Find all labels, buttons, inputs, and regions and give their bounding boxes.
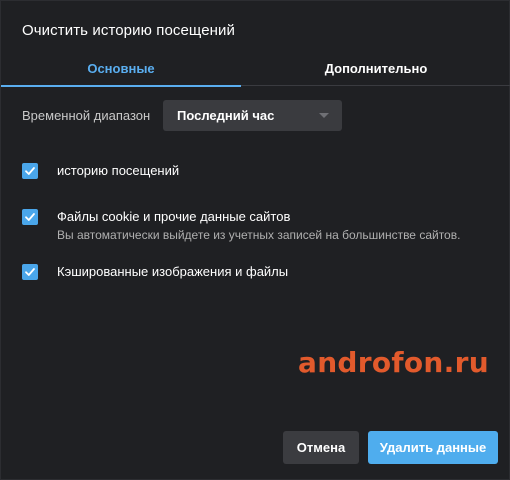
dialog-title: Очистить историю посещений: [22, 22, 235, 39]
tab-basic[interactable]: Основные: [1, 51, 241, 87]
clear-history-dialog: Очистить историю посещений Основные Допо…: [0, 0, 510, 480]
option-label: Кэшированные изображения и файлы: [57, 264, 289, 279]
checkmark-icon: [25, 167, 35, 175]
tab-bar: Основные Дополнительно: [1, 51, 510, 87]
watermark: androfon.ru: [298, 346, 489, 379]
option-label: историю посещений: [57, 163, 180, 178]
checkbox-browsing-history[interactable]: [22, 163, 38, 179]
checkmark-icon: [25, 268, 35, 276]
checkbox-cache[interactable]: [22, 264, 38, 280]
cancel-button[interactable]: Отмена: [283, 431, 359, 464]
time-range-row: Временной диапазон Последний час: [22, 100, 342, 131]
option-browsing-history[interactable]: историю посещений: [22, 163, 179, 179]
option-cookies[interactable]: Файлы cookie и прочие данные сайтов Вы а…: [22, 209, 460, 243]
option-cache[interactable]: Кэшированные изображения и файлы: [22, 264, 288, 280]
time-range-select[interactable]: Последний час: [163, 100, 342, 131]
checkbox-cookies[interactable]: [22, 209, 38, 225]
chevron-down-icon: [319, 113, 329, 118]
option-label: Файлы cookie и прочие данные сайтов: [57, 209, 291, 224]
time-range-value: Последний час: [177, 108, 275, 123]
checkmark-icon: [25, 213, 35, 221]
time-range-label: Временной диапазон: [22, 108, 151, 123]
delete-data-button[interactable]: Удалить данные: [368, 431, 498, 464]
tab-advanced[interactable]: Дополнительно: [241, 51, 510, 85]
option-description: Вы автоматически выйдете из учетных запи…: [57, 228, 461, 242]
